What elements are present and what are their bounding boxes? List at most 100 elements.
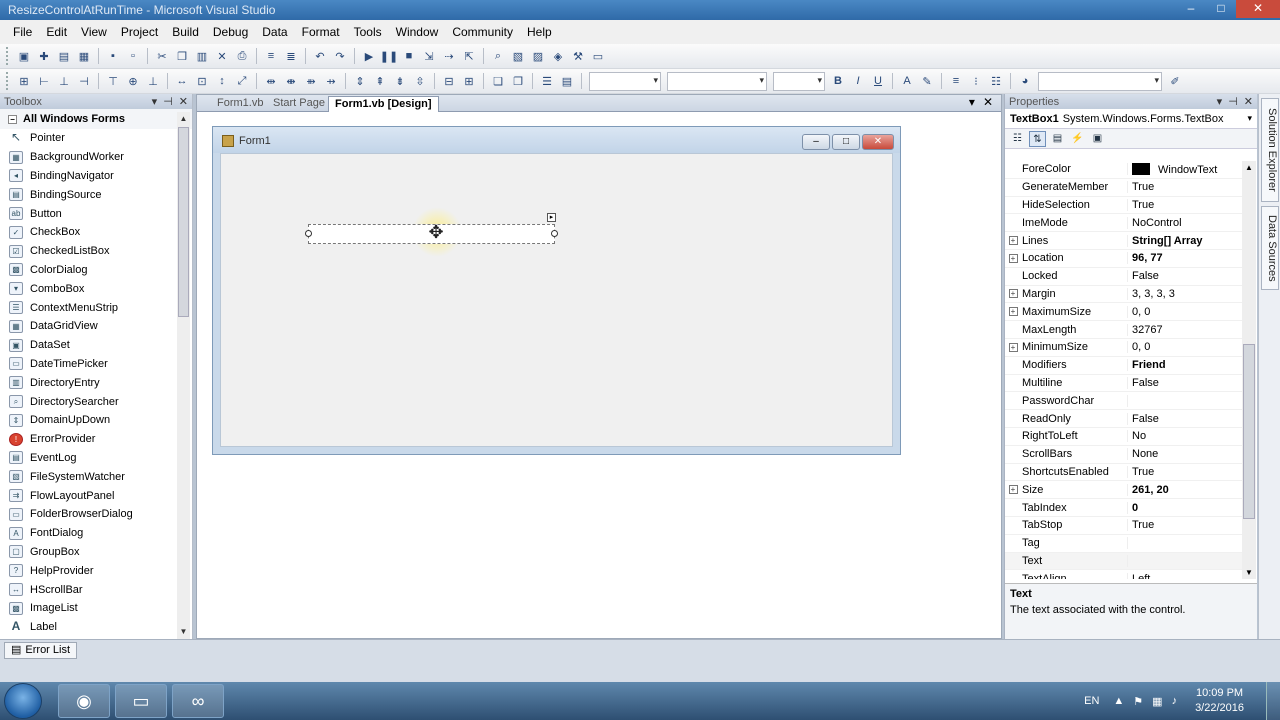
property-value-cell[interactable]: True <box>1128 519 1242 531</box>
solution-explorer-icon[interactable]: ▧ <box>510 48 526 64</box>
expand-icon[interactable]: + <box>1005 485 1021 495</box>
menu-help[interactable]: Help <box>520 20 559 44</box>
taskbar-app-visual-studio[interactable]: ∞ <box>172 684 224 718</box>
property-value-cell[interactable]: No <box>1128 430 1242 442</box>
properties-window-icon[interactable]: ▨ <box>530 48 546 64</box>
tab-form1-vb[interactable]: Form1.vb <box>211 96 269 112</box>
close-button[interactable]: ✕ <box>1236 0 1280 18</box>
close-document-icon[interactable]: ✕ <box>983 95 993 109</box>
bring-to-front-icon[interactable]: ❏ <box>490 73 506 89</box>
object-browser-icon[interactable]: ◈ <box>550 48 566 64</box>
pin-icon[interactable]: ⊣ <box>163 95 173 108</box>
flag-icon[interactable]: ⚑ <box>1133 695 1143 708</box>
toolbox-item[interactable]: ! ErrorProvider <box>0 430 178 449</box>
menu-view[interactable]: View <box>74 20 114 44</box>
toolbar-grip[interactable] <box>6 72 10 90</box>
justify-icon[interactable]: ≡ <box>948 73 964 89</box>
toolbox-item[interactable]: ▭ FolderBrowserDialog <box>0 505 178 524</box>
property-value-cell[interactable]: 0 <box>1128 502 1242 514</box>
toolbox-item[interactable]: ✓ CheckBox <box>0 223 178 242</box>
step-out-icon[interactable]: ⇱ <box>461 48 477 64</box>
scroll-thumb[interactable] <box>178 127 189 317</box>
start-debugging-icon[interactable]: ▶ <box>361 48 377 64</box>
menu-build[interactable]: Build <box>165 20 206 44</box>
property-row[interactable]: ForeColor WindowText <box>1005 161 1242 179</box>
property-row[interactable]: Multiline False <box>1005 375 1242 393</box>
solution-explorer-tab[interactable]: Solution Explorer <box>1261 98 1279 202</box>
highlight-icon[interactable]: ✎ <box>919 73 935 89</box>
toolbox-item[interactable]: ▾ ComboBox <box>0 279 178 298</box>
dropdown-icon[interactable]: ▾ <box>1217 95 1223 108</box>
increase-h-spacing-icon[interactable]: ⇼ <box>283 73 299 89</box>
toolbox-icon[interactable]: ⚒ <box>570 48 586 64</box>
toolbar-grip[interactable] <box>6 47 10 65</box>
property-row[interactable]: MaxLength 32767 <box>1005 321 1242 339</box>
open-file-icon[interactable]: ▤ <box>56 48 72 64</box>
copy-icon[interactable]: ❐ <box>174 48 190 64</box>
property-pages-icon[interactable]: ▣ <box>1089 131 1106 147</box>
toolbox-item[interactable]: ▦ BackgroundWorker <box>0 148 178 167</box>
property-value-cell[interactable]: WindowText <box>1128 162 1242 176</box>
break-all-icon[interactable]: ❚❚ <box>380 48 398 64</box>
horizontal-spacing-icon[interactable]: ⇹ <box>263 73 279 89</box>
toolbox-scrollbar[interactable]: ▲ ▼ <box>177 112 190 639</box>
menu-debug[interactable]: Debug <box>206 20 255 44</box>
menu-community[interactable]: Community <box>445 20 520 44</box>
property-value-cell[interactable]: False <box>1128 270 1242 282</box>
toolbox-item[interactable]: ▤ EventLog <box>0 449 178 468</box>
property-row[interactable]: + Location 96, 77 <box>1005 250 1242 268</box>
property-value-cell[interactable]: 96, 77 <box>1128 252 1242 264</box>
property-row[interactable]: ReadOnly False <box>1005 410 1242 428</box>
property-row[interactable]: Text <box>1005 552 1242 571</box>
center-horizontally-icon[interactable]: ⊟ <box>441 73 457 89</box>
property-value-cell[interactable]: Left <box>1128 573 1242 579</box>
toolbox-item[interactable]: ▩ ColorDialog <box>0 261 178 280</box>
property-row[interactable]: TextAlign Left <box>1005 570 1242 579</box>
property-value-cell[interactable]: 0, 0 <box>1128 341 1242 353</box>
property-value-cell[interactable]: Friend <box>1128 359 1242 371</box>
property-row[interactable]: + Lines String[] Array <box>1005 232 1242 250</box>
align-middles-icon[interactable]: ⊕ <box>125 73 141 89</box>
underline-icon[interactable]: U <box>870 73 886 89</box>
property-row[interactable]: TabIndex 0 <box>1005 499 1242 517</box>
toolbox-item[interactable]: ⌕ DirectorySearcher <box>0 392 178 411</box>
volume-icon[interactable]: ♪ <box>1172 695 1178 708</box>
object-selector[interactable]: TextBox1 System.Windows.Forms.TextBox ▾ <box>1005 109 1257 129</box>
save-icon[interactable]: ▪ <box>105 48 121 64</box>
undo-icon[interactable]: ↶ <box>312 48 328 64</box>
maximize-button[interactable]: □ <box>1206 0 1236 18</box>
style-combo[interactable] <box>1038 71 1162 91</box>
tab-order-icon[interactable]: ☰ <box>539 73 555 89</box>
scroll-up-icon[interactable]: ▲ <box>1242 161 1256 174</box>
menu-data[interactable]: Data <box>255 20 294 44</box>
add-item-icon[interactable]: ✚ <box>36 48 52 64</box>
new-project-icon[interactable]: ▣ <box>16 48 32 64</box>
italic-icon[interactable]: I <box>850 73 866 89</box>
cut-icon[interactable]: ✂ <box>154 48 170 64</box>
data-sources-tab[interactable]: Data Sources <box>1261 206 1279 290</box>
property-value-cell[interactable]: 261, 20 <box>1128 484 1242 496</box>
property-value-cell[interactable]: True <box>1128 466 1242 478</box>
expand-icon[interactable]: + <box>1005 307 1021 317</box>
numbering-icon[interactable]: ☷ <box>988 73 1004 89</box>
property-value-cell[interactable]: 3, 3, 3, 3 <box>1128 288 1242 300</box>
property-value-cell[interactable]: 32767 <box>1128 324 1242 336</box>
property-value-cell[interactable]: String[] Array <box>1128 235 1242 247</box>
scroll-up-icon[interactable]: ▲ <box>177 112 190 126</box>
collapse-icon[interactable]: − <box>8 114 17 124</box>
chevron-down-icon[interactable]: ▾ <box>1247 113 1252 124</box>
increase-v-spacing-icon[interactable]: ⇞ <box>372 73 388 89</box>
toolbox-item[interactable]: ▭ DateTimePicker <box>0 355 178 374</box>
vertical-spacing-icon[interactable]: ⇕ <box>352 73 368 89</box>
center-vertically-icon[interactable]: ⊞ <box>461 73 477 89</box>
menu-file[interactable]: File <box>6 20 39 44</box>
toolbox-item[interactable]: ⇉ FlowLayoutPanel <box>0 486 178 505</box>
property-value-cell[interactable]: True <box>1128 181 1242 193</box>
print-icon[interactable]: ⎙ <box>234 48 250 64</box>
property-row[interactable]: GenerateMember True <box>1005 179 1242 197</box>
delete-icon[interactable]: ✕ <box>214 48 230 64</box>
form1-client-area[interactable]: ▸ ✥ <box>220 153 893 447</box>
property-value-cell[interactable]: True <box>1128 199 1242 211</box>
toolbox-item[interactable]: ▥ DirectoryEntry <box>0 373 178 392</box>
close-icon[interactable]: ✕ <box>179 95 188 108</box>
